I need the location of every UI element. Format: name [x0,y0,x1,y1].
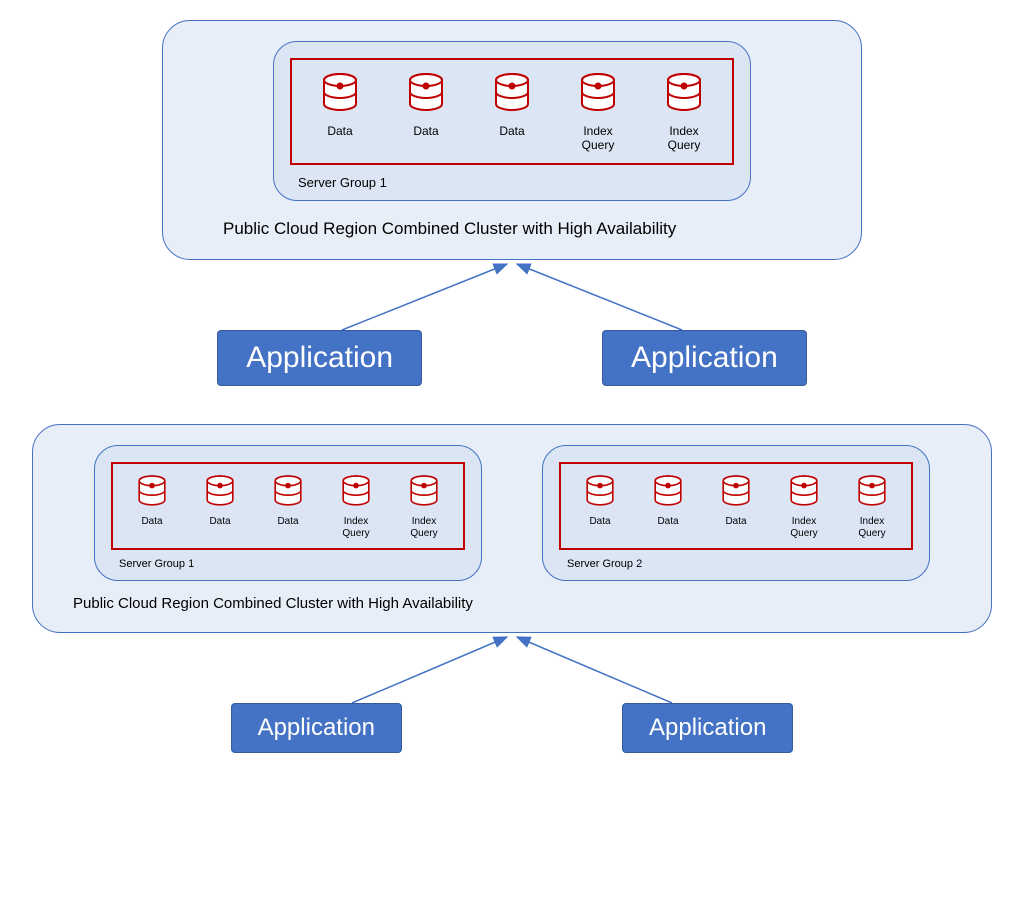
node-data: Data [310,72,370,138]
apps-row-bottom: Application Application [231,703,794,753]
region-label: Public Cloud Region Combined Cluster wit… [223,219,676,239]
database-icon [664,72,704,116]
arrows-svg [162,633,862,703]
node-data: Data [575,474,625,528]
node-label: Data [589,516,610,528]
node-label: Index Query [847,516,897,540]
node-label: Index Query [779,516,829,540]
database-icon [406,72,446,116]
nodes-box: Data Data Data Index Query [559,462,913,550]
node-data: Data [643,474,693,528]
node-data: Data [396,72,456,138]
database-icon [652,474,684,510]
node-label: Data [209,516,230,528]
database-icon [584,474,616,510]
region-label: Public Cloud Region Combined Cluster wit… [73,595,473,612]
node-data: Data [195,474,245,528]
node-label: Data [657,516,678,528]
server-group-2: Data Data Data Index Query [542,445,930,581]
server-group-1: Data Data Data Index Query [273,41,751,201]
node-data: Data [711,474,761,528]
region-top: Data Data Data Index Query [162,20,862,260]
apps-row-top: Application Application [217,330,807,386]
node-label: Data [327,124,352,138]
node-index-query: Index Query [847,474,897,540]
node-index-query: Index Query [568,72,628,153]
node-label: Index Query [568,124,628,153]
node-label: Data [141,516,162,528]
database-icon [788,474,820,510]
node-label: Data [413,124,438,138]
server-group-1: Data Data Data Index Query [94,445,482,581]
application-box: Application [622,703,793,753]
nodes-box: Data Data Data Index Query [290,58,734,165]
database-icon [408,474,440,510]
server-group-label: Server Group 1 [298,175,387,190]
application-box: Application [231,703,402,753]
nodes-box: Data Data Data Index Query [111,462,465,550]
node-index-query: Index Query [779,474,829,540]
node-label: Data [725,516,746,528]
database-icon [578,72,618,116]
node-data: Data [127,474,177,528]
server-groups-row: Data Data Data Index Query [63,445,961,581]
node-label: Data [499,124,524,138]
node-label: Index Query [331,516,381,540]
node-index-query: Index Query [399,474,449,540]
architecture-diagram: Data Data Data Index Query [20,20,1004,753]
application-box: Application [602,330,807,386]
node-data: Data [482,72,542,138]
node-index-query: Index Query [331,474,381,540]
node-label: Index Query [654,124,714,153]
region-bottom: Data Data Data Index Query [32,424,992,633]
node-index-query: Index Query [654,72,714,153]
database-icon [720,474,752,510]
node-data: Data [263,474,313,528]
arrow-row-top [20,260,1004,330]
arrow-row-bottom [20,633,1004,703]
database-icon [340,474,372,510]
server-group-label: Server Group 2 [567,558,642,570]
node-label: Data [277,516,298,528]
database-icon [272,474,304,510]
node-label: Index Query [399,516,449,540]
server-group-label: Server Group 1 [119,558,194,570]
database-icon [204,474,236,510]
database-icon [320,72,360,116]
arrows-svg [162,260,862,330]
database-icon [856,474,888,510]
database-icon [492,72,532,116]
database-icon [136,474,168,510]
application-box: Application [217,330,422,386]
server-groups-row: Data Data Data Index Query [193,41,831,201]
